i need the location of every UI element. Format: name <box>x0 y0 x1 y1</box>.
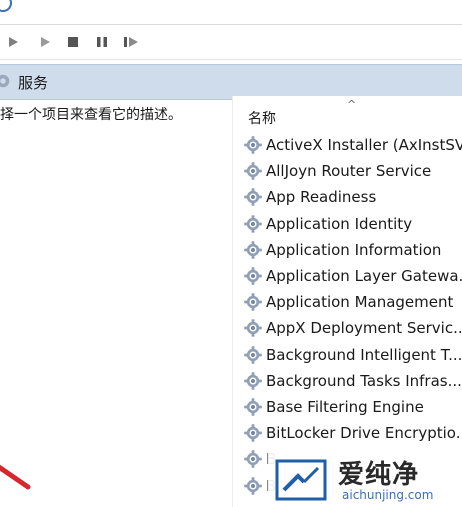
watermark-logo-icon <box>275 459 327 501</box>
gear-icon <box>243 345 263 365</box>
service-name: Background Intelligent T... <box>266 345 462 364</box>
gear-icon <box>243 397 263 417</box>
column-header-label: 名称 <box>248 111 276 127</box>
table-row[interactable]: Application Information <box>243 237 462 263</box>
table-row[interactable]: Background Tasks Infras... <box>243 368 462 394</box>
service-name: ActiveX Installer (AxInstSV) <box>266 136 462 155</box>
services-list: ActiveX Installer (AxInstSV) AllJoyn Rout… <box>243 132 462 499</box>
sort-ascending-icon: ^ <box>347 98 357 111</box>
table-row[interactable]: AllJoyn Router Service <box>243 158 462 184</box>
start-service-button[interactable] <box>4 33 22 51</box>
gear-icon <box>243 135 263 155</box>
gear-icon <box>0 74 10 88</box>
gear-icon <box>243 318 263 338</box>
table-row[interactable]: App Readiness <box>243 184 462 210</box>
gear-icon <box>243 214 263 234</box>
table-row[interactable]: BitLocker Drive Encryptio... <box>243 420 462 446</box>
gear-icon <box>243 161 263 181</box>
service-name: AppX Deployment Servic... <box>266 319 462 338</box>
gear-icon <box>243 292 263 312</box>
pause-service-button[interactable] <box>93 33 111 51</box>
table-row[interactable]: Application Layer Gatewa... <box>243 263 462 289</box>
window-top-strip <box>0 0 462 25</box>
description-text: 择一个项目来查看它的描述。 <box>0 107 182 123</box>
table-row[interactable]: Background Intelligent T... <box>243 342 462 368</box>
gear-icon <box>243 423 263 443</box>
play-icon <box>41 37 50 47</box>
watermark-url: aichunjing.com <box>342 488 434 502</box>
resume-icon <box>124 37 138 47</box>
resume-service-button[interactable] <box>122 33 140 51</box>
watermark: 爱纯净 aichunjing.com <box>268 452 462 507</box>
play-icon <box>9 37 18 47</box>
gear-icon <box>243 476 263 496</box>
start-service-alt-button[interactable] <box>36 33 54 51</box>
stop-service-button[interactable] <box>64 33 82 51</box>
services-header-bar: 服务 <box>0 64 462 100</box>
toolbar <box>0 25 462 60</box>
services-list-panel: 名称 ^ ActiveX Installer (AxInstSV) AllJoyn… <box>232 96 462 507</box>
table-row[interactable]: AppX Deployment Servic... <box>243 315 462 341</box>
service-name: Base Filtering Engine <box>266 397 424 416</box>
gear-icon <box>243 187 263 207</box>
service-name: Background Tasks Infras... <box>266 371 462 390</box>
service-name: App Readiness <box>266 188 377 207</box>
gear-icon <box>243 240 263 260</box>
watermark-brand: 爱纯净 <box>338 460 420 490</box>
table-row[interactable]: Base Filtering Engine <box>243 394 462 420</box>
service-name: Application Layer Gatewa... <box>266 267 462 286</box>
pause-icon <box>97 37 107 47</box>
gear-icon <box>243 371 263 391</box>
table-row[interactable]: ActiveX Installer (AxInstSV) <box>243 132 462 158</box>
service-name: Application Information <box>266 240 442 259</box>
page-title: 服务 <box>18 74 49 92</box>
gear-icon <box>243 266 263 286</box>
service-name: Application Identity <box>266 214 413 233</box>
stop-icon <box>68 37 78 47</box>
table-row[interactable]: Application Identity <box>243 211 462 237</box>
table-row[interactable]: Application Management <box>243 289 462 315</box>
service-name: AllJoyn Router Service <box>266 162 432 181</box>
gear-icon <box>243 449 263 469</box>
service-name: BitLocker Drive Encryptio... <box>266 424 462 443</box>
window-icon <box>0 0 12 12</box>
red-arrow-annotation <box>0 464 31 490</box>
column-header-name[interactable]: 名称 ^ <box>233 96 462 132</box>
service-name: Application Management <box>266 293 454 312</box>
